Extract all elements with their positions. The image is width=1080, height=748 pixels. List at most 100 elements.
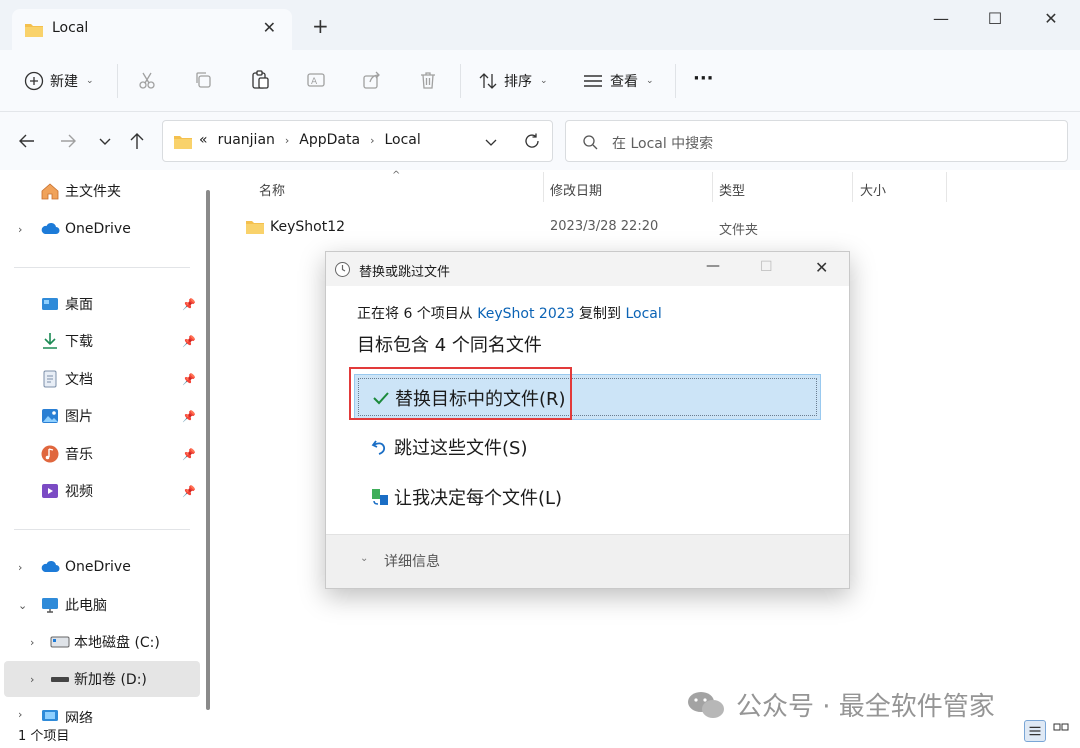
column-header-modified[interactable]: 修改日期 (550, 180, 602, 199)
search-placeholder: 在 Local 中搜索 (612, 136, 714, 152)
column-header-size[interactable]: 大小 (860, 180, 886, 199)
dialog-minimize-button[interactable]: — (706, 258, 720, 274)
more-options-button[interactable]: ··· (693, 66, 714, 90)
sidebar-item-onedrive[interactable]: › OneDrive (0, 549, 200, 585)
copy-icon[interactable] (193, 70, 213, 90)
sidebar-item-drive-c[interactable]: › 本地磁盘 (C:) (0, 624, 200, 660)
chevron-down-icon[interactable] (483, 134, 499, 150)
computer-icon (42, 598, 58, 613)
sidebar-item-music[interactable]: 音乐 📌 (0, 436, 200, 472)
breadcrumb-overflow[interactable]: « (199, 132, 208, 148)
folder-icon (246, 221, 264, 234)
sidebar-item-pictures[interactable]: 图片 📌 (0, 398, 200, 434)
sidebar-item-network[interactable]: › 网络 (0, 699, 200, 723)
chevron-right-icon[interactable]: › (18, 708, 22, 721)
refresh-icon[interactable] (523, 132, 541, 150)
copy-prefix: 正在将 6 个项目从 (357, 306, 478, 322)
sidebar-item-label: 图片 (65, 409, 93, 425)
breadcrumb-item-appdata[interactable]: AppData (299, 132, 360, 148)
sidebar-item-downloads[interactable]: 下载 📌 (0, 323, 200, 359)
chevron-down-icon[interactable]: ⌄ (18, 599, 27, 612)
search-box[interactable]: 在 Local 中搜索 (565, 120, 1068, 162)
sidebar-item-label: 网络 (65, 711, 93, 723)
column-divider[interactable] (712, 172, 713, 202)
sidebar-item-home[interactable]: 主文件夹 (0, 173, 200, 209)
breadcrumb-separator[interactable]: › (370, 134, 374, 148)
copy-dest-link[interactable]: Local (625, 306, 661, 322)
skip-files-option[interactable]: 跳过这些文件(S) (354, 424, 821, 470)
view-button[interactable]: 查看 ⌄ (582, 69, 654, 93)
cut-icon[interactable] (137, 70, 157, 90)
close-window-button[interactable]: ✕ (1040, 8, 1062, 30)
details-toggle[interactable]: ⌄ 详细信息 (326, 534, 849, 588)
pin-icon[interactable]: 📌 (182, 373, 196, 386)
copy-source-link[interactable]: KeyShot 2023 (477, 306, 574, 322)
delete-icon[interactable] (418, 70, 438, 90)
option-label: 跳过这些文件(S) (394, 438, 528, 459)
sidebar-item-videos[interactable]: 视频 📌 (0, 473, 200, 509)
minimize-button[interactable]: — (930, 8, 952, 30)
dialog-body: 正在将 6 个项目从 KeyShot 2023 复制到 Local 目标包含 4… (326, 286, 849, 534)
sidebar-item-label: OneDrive (65, 221, 131, 237)
dialog-maximize-button[interactable]: ☐ (760, 259, 773, 275)
breadcrumb-item-ruanjian[interactable]: ruanjian (218, 132, 275, 148)
pin-icon[interactable]: 📌 (182, 298, 196, 311)
new-button[interactable]: 新建 ⌄ (24, 69, 94, 93)
maximize-button[interactable]: ☐ (984, 8, 1006, 30)
chevron-down-icon: ⌄ (360, 553, 369, 564)
paste-icon[interactable] (250, 70, 270, 90)
tab-local[interactable]: Local ✕ (12, 9, 292, 50)
status-item-count: 1 个项目 (18, 729, 70, 744)
sidebar-item-desktop[interactable]: 桌面 📌 (0, 286, 200, 322)
pin-icon[interactable]: 📌 (182, 335, 196, 348)
column-divider[interactable] (543, 172, 544, 202)
column-header-type[interactable]: 类型 (719, 180, 745, 199)
file-name[interactable]: KeyShot12 (270, 219, 345, 235)
breadcrumb-item-local[interactable]: Local (384, 132, 420, 148)
sidebar-item-label: 文档 (65, 372, 93, 388)
tiles-view-icon[interactable] (1050, 720, 1072, 742)
sidebar-item-documents[interactable]: 文档 📌 (0, 361, 200, 397)
dialog-title: 替换或跳过文件 (359, 265, 451, 280)
tab-close-icon[interactable]: ✕ (263, 18, 276, 37)
network-icon (42, 710, 58, 721)
rename-icon[interactable]: A (306, 70, 326, 90)
details-view-icon[interactable] (1024, 720, 1046, 742)
chevron-right-icon[interactable]: › (18, 223, 22, 236)
forward-arrow-icon[interactable] (58, 131, 78, 151)
breadcrumb-separator[interactable]: › (285, 134, 289, 148)
chevron-right-icon[interactable]: › (30, 636, 34, 649)
column-header-name[interactable]: 名称 (259, 180, 285, 199)
view-label: 查看 (610, 74, 638, 90)
column-divider[interactable] (946, 172, 947, 202)
sidebar-item-drive-d[interactable]: › 新加卷 (D:) (4, 661, 200, 697)
pin-icon[interactable]: 📌 (182, 410, 196, 423)
new-tab-button[interactable]: + (312, 16, 329, 36)
picture-icon (42, 409, 58, 423)
sidebar-item-this-pc[interactable]: ⌄ 此电脑 (0, 587, 200, 623)
pin-icon[interactable]: 📌 (182, 485, 196, 498)
highlight-annotation-box (349, 367, 572, 420)
sidebar-scrollbar[interactable] (206, 190, 210, 710)
search-icon (583, 135, 598, 150)
sort-button[interactable]: 排序 ⌄ (478, 69, 548, 93)
dialog-close-button[interactable]: ✕ (815, 258, 828, 277)
chevron-down-icon: ⌄ (86, 76, 94, 86)
chevron-right-icon[interactable]: › (30, 673, 34, 686)
folder-icon (174, 136, 192, 149)
address-bar[interactable]: « ruanjian › AppData › Local (162, 120, 553, 162)
sidebar-item-label: 下载 (65, 334, 93, 350)
share-icon[interactable] (362, 70, 382, 90)
column-divider[interactable] (852, 172, 853, 202)
chevron-right-icon[interactable]: › (18, 561, 22, 574)
sidebar-item-label: 主文件夹 (65, 184, 121, 200)
file-type: 文件夹 (719, 223, 759, 238)
back-arrow-icon[interactable] (17, 131, 37, 151)
decide-each-file-option[interactable]: 让我决定每个文件(L) (354, 474, 821, 520)
drive-icon (50, 636, 70, 648)
sidebar-item-onedrive-top[interactable]: › OneDrive (0, 211, 200, 247)
plus-circle-icon (24, 71, 44, 91)
pin-icon[interactable]: 📌 (182, 448, 196, 461)
up-arrow-icon[interactable] (127, 131, 147, 151)
recent-locations-icon[interactable] (95, 131, 115, 151)
